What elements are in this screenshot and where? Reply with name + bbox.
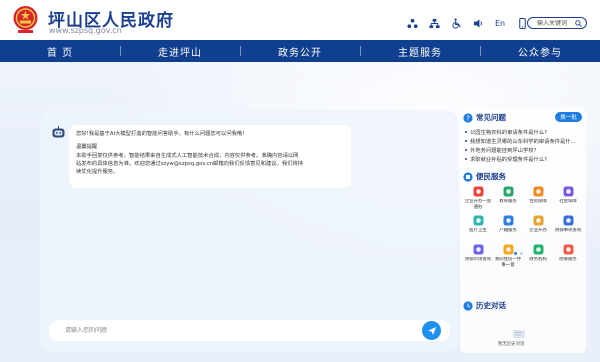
service-label: 企业开办: [529, 228, 547, 233]
faq-header: ? 常见问题: [463, 112, 506, 123]
header-tools: En: [406, 17, 528, 29]
notice-title: 温馨提醒: [76, 144, 98, 151]
shield-icon: [563, 186, 574, 197]
service-item[interactable]: 防御事项查询: [553, 215, 583, 239]
service-label: 户籍服务: [499, 228, 517, 233]
service-icon: [563, 244, 574, 255]
query-icon: [563, 215, 574, 226]
service-item[interactable]: 医疗卫生: [463, 215, 493, 239]
search-icon[interactable]: [575, 20, 582, 27]
nav-home[interactable]: 首 页: [0, 40, 120, 62]
service-label: 政务机构: [529, 257, 547, 262]
empty-history-label: 暂无历史对话: [498, 342, 525, 347]
nav-about-pingshan[interactable]: 走进坪山: [120, 40, 240, 62]
search-doc-icon: [473, 244, 484, 255]
education-icon: [503, 186, 514, 197]
notice-line: 续优化提升服务。: [76, 169, 119, 176]
service-item[interactable]: 社会保障: [553, 186, 583, 210]
service-label: 教育服务: [499, 199, 517, 204]
national-emblem-icon: [13, 6, 38, 33]
bot-greeting: 您好!我是基于AI大模型打造的智能问答助手，有什么问题您可以问我哦!: [76, 131, 245, 137]
building-icon: [533, 215, 544, 226]
history-icon: [463, 300, 473, 311]
service-label: 防御市场查询: [464, 257, 492, 262]
service-item[interactable]: 教育服务: [493, 186, 523, 210]
refresh-questions-button[interactable]: 换一批: [555, 112, 582, 122]
services-header: 便民服务: [463, 171, 506, 182]
faq-list: 公园生物农科的审请条件是什么? 我想知道生灵哪的山东科学的审请条件是什... 外…: [465, 127, 583, 163]
notice-line: 站发布的具体信息为准。欢迎您通过szyw@szpsq.gov.cn邮箱向我们反馈…: [76, 160, 304, 167]
history-title: 历史对话: [476, 301, 506, 310]
carousel-dot-active[interactable]: [514, 252, 517, 255]
sitemap-icon[interactable]: [428, 17, 440, 29]
bot-message-bubble: 您好!我是基于AI大模型打造的智能问答助手，有什么问题您可以问我哦! 温馨提醒 …: [69, 125, 351, 188]
nav-government-disclosure[interactable]: 政务公开: [240, 40, 360, 62]
carousel-dots: [514, 252, 523, 255]
send-icon: [427, 326, 436, 335]
service-label: 防御事项查询: [554, 228, 582, 233]
service-item[interactable]: 防御市场查询: [463, 244, 493, 268]
nav-theme-services[interactable]: 主题服务: [360, 40, 480, 62]
wheelchair-icon[interactable]: [450, 17, 462, 29]
english-link[interactable]: En: [494, 17, 506, 29]
service-label: 住房保障: [529, 199, 547, 204]
side-panel: ? 常见问题 换一批 公园生物农科的审请条件是什么? 我想知道生灵哪的山东科学的…: [460, 108, 586, 353]
service-item[interactable]: 政务机构: [523, 244, 553, 268]
search-input[interactable]: [537, 19, 575, 27]
service-item[interactable]: 防御服务: [553, 244, 583, 268]
history-header: 历史对话: [463, 300, 506, 311]
header-search[interactable]: [527, 17, 587, 29]
chat-input-bar: [49, 320, 450, 341]
service-item[interactable]: 户籍服务: [493, 215, 523, 239]
faq-item[interactable]: 求职就业补贴的受理条件是什么?: [465, 154, 583, 163]
faq-item[interactable]: 公园生物农科的审请条件是什么?: [465, 127, 583, 136]
service-label: 我的住房一件事一窗: [494, 257, 522, 268]
services-title: 便民服务: [476, 172, 506, 181]
service-label: 医疗卫生: [469, 228, 487, 233]
service-item[interactable]: 企业开办一窗通办: [463, 186, 493, 210]
notice-line: 本助手回复仅供参考，智能结果来自生成式人工智能技术合成，内容仅供参考。准确内容请…: [76, 152, 299, 159]
service-item[interactable]: 住房保障: [523, 186, 553, 210]
enterprise-icon: [473, 186, 484, 197]
question-icon: ?: [463, 112, 473, 123]
services-grid: 企业开办一窗通办 教育服务 住房保障 社会保障 医疗卫生 户籍服务 企业开办 防御事项查询 防御…: [463, 186, 583, 268]
site-header: 坪山区人民政府 www.szpsq.gov.cn En: [0, 0, 600, 40]
chat-panel: 您好!我是基于AI大模型打造的智能问答助手，有什么问题您可以问我哦! 温馨提醒 …: [40, 110, 458, 352]
service-label: 社会保障: [559, 199, 577, 204]
robot-avatar-icon: [52, 126, 65, 138]
medical-icon: [473, 215, 484, 226]
site-url: www.szpsq.gov.cn: [49, 26, 122, 35]
speaker-icon[interactable]: [472, 17, 484, 29]
faq-item[interactable]: 我想知道生灵哪的山东科学的审请条件是什...: [465, 136, 583, 145]
chat-input[interactable]: [65, 327, 365, 334]
svg-text:?: ?: [466, 114, 470, 122]
nav-public-participation[interactable]: 公众参与: [480, 40, 600, 62]
house-icon: [533, 186, 544, 197]
service-item[interactable]: 企业开办: [523, 215, 553, 239]
org-icon: [533, 244, 544, 255]
service-label: 防御服务: [559, 257, 577, 262]
main-nav: 首 页 走进坪山 政务公开 主题服务 公众参与: [0, 40, 600, 62]
accessibility-network-icon[interactable]: [406, 17, 418, 29]
service-item[interactable]: 我的住房一件事一窗: [493, 244, 523, 268]
faq-item[interactable]: 外地务问题能挂到坪山学校？: [465, 145, 583, 154]
service-label: 企业开办一窗通办: [464, 199, 492, 210]
key-icon: [503, 244, 514, 255]
household-icon: [503, 215, 514, 226]
send-button[interactable]: [422, 321, 441, 340]
carousel-dot[interactable]: [520, 252, 523, 255]
empty-history-icon: [513, 330, 525, 338]
services-icon: [463, 171, 473, 182]
faq-title: 常见问题: [476, 113, 506, 122]
